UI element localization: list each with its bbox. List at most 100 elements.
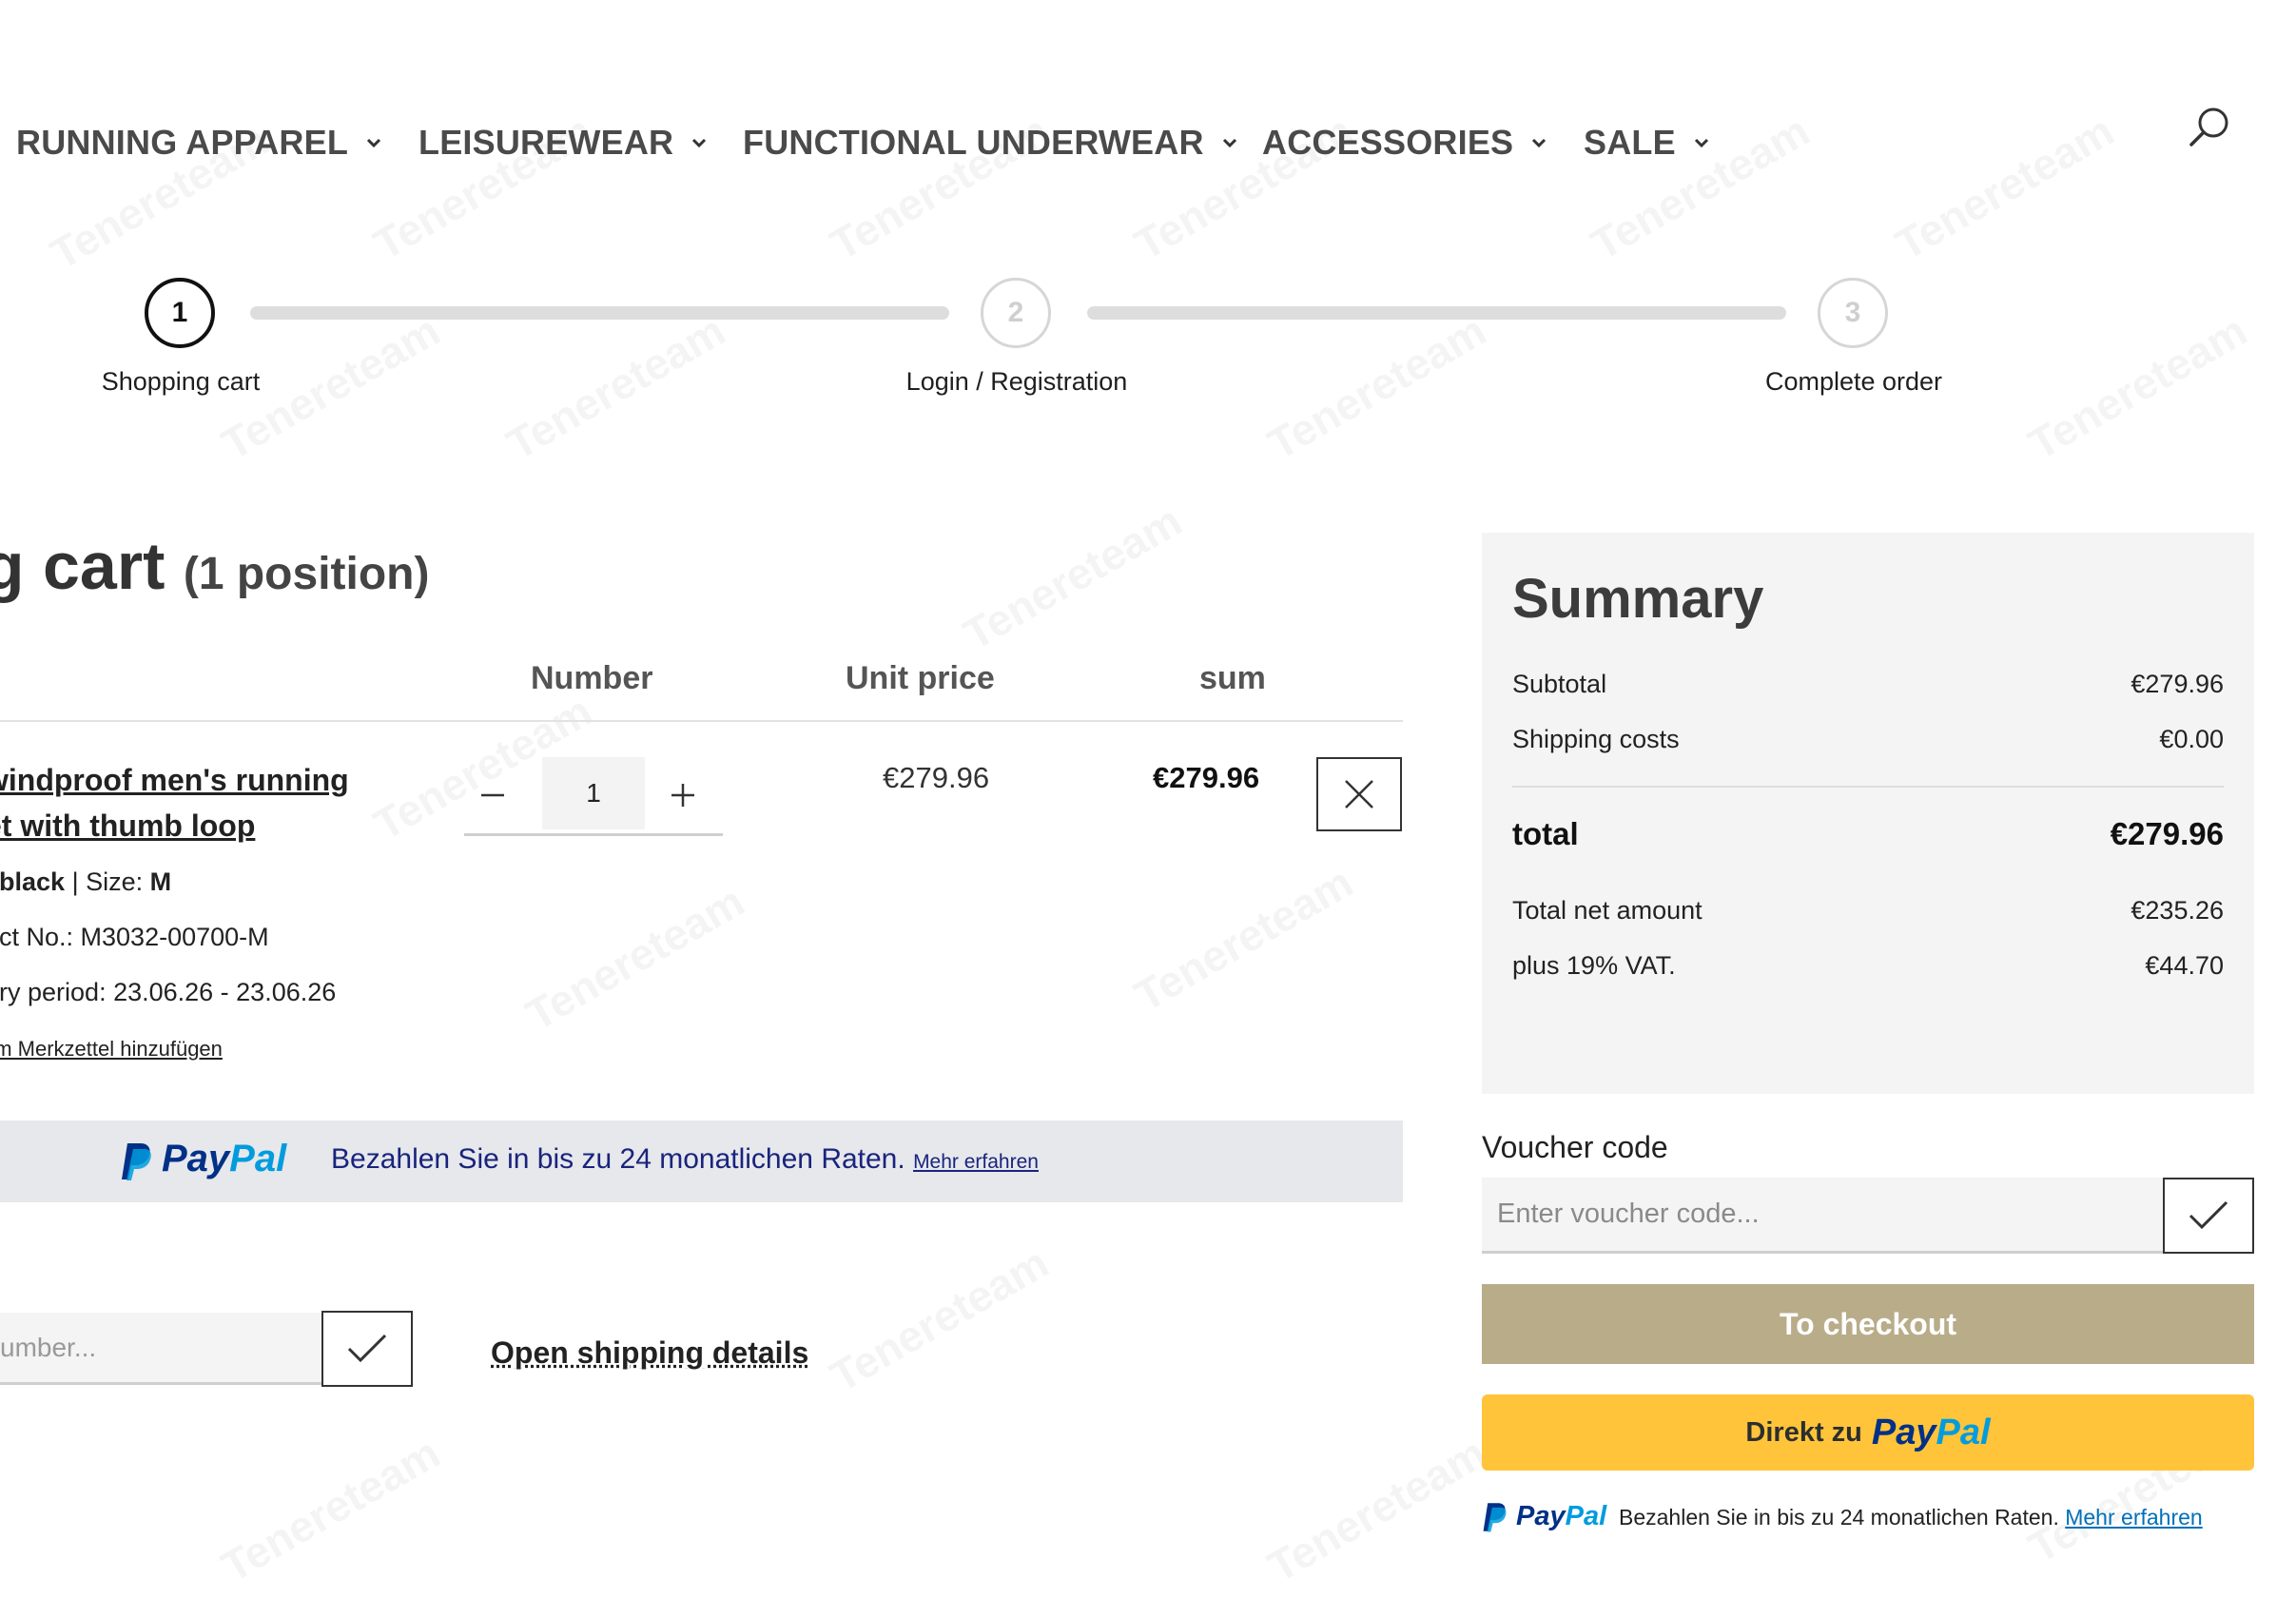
total-value: €279.96 [2110,816,2224,851]
summary-shipping-row: Shipping costs €0.00 [1512,725,2224,754]
step-progress-bar [250,306,949,320]
search-button[interactable] [2182,99,2239,156]
nav-item-accessories[interactable]: ACCESSORIES [1262,118,1547,167]
remove-item-button[interactable] [1316,757,1402,831]
step-progress-bar [1087,306,1786,320]
voucher-input[interactable]: Enter voucher code... [1482,1178,2163,1254]
checkmark-icon [2189,1200,2228,1230]
watermark: Tenereteam [517,875,753,1041]
product-number: uct No.: M3032-00700-M [0,923,269,951]
nav-item-label: LEISUREWEAR [418,123,674,162]
increase-quantity-button[interactable] [654,767,711,824]
paypal-pal: Pal [229,1138,287,1179]
summary-title: Summary [1512,568,1764,630]
summary-divider [1512,786,2224,788]
vat-value: €44.70 [2145,951,2224,980]
nav-item-running-apparel[interactable]: RUNNING APPAREL [16,118,382,167]
watermark: Tenereteam [822,1237,1058,1402]
order-number-submit-button[interactable] [321,1311,413,1387]
watermark: Tenereteam [1887,105,2123,270]
paypal-express-button[interactable]: Direkt zu PayPal [1482,1394,2254,1471]
cart-title-text: ng cart [0,529,165,603]
watermark: Tenereteam [1259,304,1495,470]
paypal-learn-more-link[interactable]: Mehr erfahren [2065,1505,2202,1530]
chevron-down-icon [1532,138,1547,148]
nav-item-label: ACCESSORIES [1262,123,1514,162]
column-header-unit-price: Unit price [846,660,995,696]
variant-color: black [0,867,66,896]
paypal-button-prefix: Direkt zu [1745,1416,1862,1448]
product-variant: : black | Size: M [0,867,171,897]
paypal-wordmark: PayPal [1516,1501,1606,1532]
unit-price: €279.96 [883,761,990,794]
close-icon [1345,780,1373,809]
chevron-down-icon [1222,138,1236,148]
step-2-label: Login / Registration [905,367,1128,396]
paypal-logo-icon [1483,1503,1507,1532]
variant-size: M [149,867,172,896]
paypal-learn-more-link[interactable]: Mehr erfahren [913,1151,1039,1173]
total-label: total [1512,816,1579,851]
cart-item-count: (1 position) [183,549,430,599]
plus-icon [671,784,694,807]
nav-item-leisurewear[interactable]: LEISUREWEAR [418,118,708,167]
summary-net-row: Total net amount €235.26 [1512,896,2224,926]
chevron-down-icon [692,138,707,148]
open-shipping-details-link[interactable]: Open shipping details [491,1335,808,1371]
paypal-banner-text: Bezahlen Sie in bis zu 24 monatlichen Ra… [331,1143,1039,1176]
paypal-pal: Pal [1936,1412,1991,1452]
summary-vat-row: plus 19% VAT. €44.70 [1512,951,2224,981]
net-amount-value: €235.26 [2131,896,2224,925]
paypal-pay: Pay [1871,1412,1936,1452]
product-name-line: et with thumb loop [0,809,256,843]
nav-item-label: SALE [1584,123,1676,162]
line-sum: €279.96 [1153,761,1260,794]
paypal-installment-text: Bezahlen Sie in bis zu 24 monatlichen Ra… [331,1143,905,1175]
paypal-installment-text: Bezahlen Sie in bis zu 24 monatlichen Ra… [1619,1505,2059,1530]
subtotal-label: Subtotal [1512,670,1607,698]
step-3-circle: 3 [1818,278,1888,348]
step-1-circle: 1 [145,278,215,348]
quantity-input[interactable]: 1 [542,757,645,829]
step-3-label: Complete order [1764,367,1943,396]
variant-size-prefix: | Size: [65,867,150,896]
add-to-wishlist-link[interactable]: um Merkzettel hinzufügen [0,1037,223,1062]
paypal-pay: Pay [162,1138,230,1179]
paypal-note-text: Bezahlen Sie in bis zu 24 monatlichen Ra… [1619,1505,2203,1530]
order-number-input[interactable]: umber... [0,1313,323,1385]
summary-subtotal-row: Subtotal €279.96 [1512,670,2224,699]
paypal-logo-icon [122,1143,151,1180]
watermark: Tenereteam [1259,1427,1495,1592]
paypal-pal: Pal [1565,1501,1607,1531]
checkmark-icon [347,1334,387,1363]
vat-label: plus 19% VAT. [1512,951,1676,980]
chevron-down-icon [1694,138,1708,148]
net-amount-label: Total net amount [1512,896,1703,925]
shipping-label: Shipping costs [1512,725,1680,753]
search-icon [2189,107,2228,146]
voucher-placeholder: Enter voucher code... [1497,1198,1760,1229]
quantity-stepper: 1 [464,757,723,836]
minus-icon [481,793,504,797]
nav-item-label: FUNCTIONAL UNDERWEAR [743,123,1204,162]
order-number-placeholder: umber... [0,1332,97,1362]
column-header-sum: sum [1199,660,1266,696]
subtotal-value: €279.96 [2131,670,2224,698]
watermark: Tenereteam [955,495,1191,660]
decrease-quantity-button[interactable] [464,767,521,824]
nav-item-functional-underwear[interactable]: FUNCTIONAL UNDERWEAR [743,118,1238,167]
chevron-down-icon [366,138,381,148]
product-name-link[interactable]: windproof men's running et with thumb lo… [0,757,365,848]
to-checkout-button[interactable]: To checkout [1482,1284,2254,1364]
watermark: Tenereteam [498,304,734,470]
nav-item-label: RUNNING APPAREL [16,123,349,162]
step-2-circle: 2 [981,278,1051,348]
order-summary: Summary Subtotal €279.96 Shipping costs … [1482,533,2254,1094]
paypal-button-logo: PayPal [1872,1413,1991,1453]
nav-item-sale[interactable]: SALE [1584,118,1710,167]
summary-total-row: total €279.96 [1512,816,2224,852]
voucher-label: Voucher code [1482,1130,1668,1164]
paypal-wordmark: PayPal [162,1138,286,1180]
voucher-submit-button[interactable] [2163,1178,2254,1254]
delivery-period: ery period: 23.06.26 - 23.06.26 [0,978,337,1006]
